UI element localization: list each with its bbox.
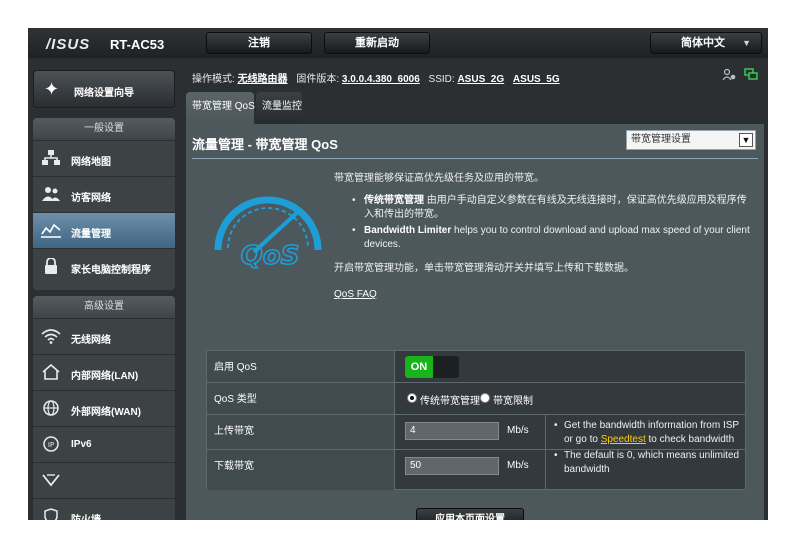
download-unit: Mb/s xyxy=(507,460,529,471)
enable-qos-toggle[interactable]: ON xyxy=(405,356,459,378)
list-item: The default is 0, which means unlimited … xyxy=(550,449,741,477)
qos-mode-select-value: 带宽管理设置 xyxy=(631,134,691,145)
users-status-icon[interactable] xyxy=(721,68,737,82)
qos-settings-table: 启用 QoS ON QoS 类型 传统带宽管理 带宽限制 上传带宽 4 Mb/s… xyxy=(206,350,746,490)
sidebar-item-label: 流量管理 xyxy=(71,229,111,240)
upload-bandwidth-label: 上传带宽 xyxy=(207,415,395,449)
qos-description: 带宽管理能够保证高优先级任务及应用的带宽。 传统带宽管理 由用户手动自定义参数在… xyxy=(334,172,754,302)
qos-gauge-logo: QoS xyxy=(208,180,326,280)
hint-text-post: to check bandwidth xyxy=(645,434,735,445)
qos-type-limiter-radio[interactable] xyxy=(480,393,490,403)
sidebar-item-label: 网络地图 xyxy=(71,157,111,168)
router-admin-window: /ISUS RT-AC53 注销 重新启动 简体中文 ▼ ✦ 网络设置向导 一般… xyxy=(28,28,768,540)
sidebar-item-label: IPv6 xyxy=(71,439,92,450)
sidebar-item-guest-network[interactable]: 访客网络 xyxy=(33,176,175,212)
list-item: 传统带宽管理 由用户手动自定义参数在有线及无线连接时，保证高优先级应用及程序传入… xyxy=(334,194,754,222)
tab-bandwidth-qos[interactable]: 带宽管理 QoS xyxy=(186,92,255,124)
language-label: 简体中文 xyxy=(681,37,725,49)
qos-feature-list: 传统带宽管理 由用户手动自定义参数在有线及无线连接时，保证高优先级应用及程序传入… xyxy=(334,194,754,252)
traffic-icon xyxy=(41,222,61,240)
sidebar-item-traffic-manager[interactable]: 流量管理 xyxy=(33,212,175,248)
parental-lock-icon xyxy=(41,257,61,276)
title-divider xyxy=(192,158,758,159)
sidebar-item-ipv6[interactable]: IP IPv6 xyxy=(33,426,175,462)
svg-text:QoS: QoS xyxy=(241,241,300,271)
feature-limiter-title: Bandwidth Limiter xyxy=(364,225,452,236)
advanced-settings-title: 高级设置 xyxy=(33,296,175,318)
qos-instruction-text: 开启带宽管理功能，单击带宽管理滑动开关并填写上传和下载数据。 xyxy=(334,263,634,274)
quick-setup-wizard-button[interactable]: ✦ 网络设置向导 xyxy=(33,70,175,108)
sidebar-item-wan[interactable]: 外部网络(WAN) xyxy=(33,390,175,426)
home-icon xyxy=(41,363,61,382)
table-row: QoS 类型 传统带宽管理 带宽限制 xyxy=(207,383,745,415)
tab-traffic-monitor[interactable]: 流量监控 xyxy=(256,92,302,124)
guest-users-icon xyxy=(41,186,61,204)
qos-type-label: QoS 类型 xyxy=(207,383,395,414)
globe-icon xyxy=(41,400,61,418)
page-title: 流量管理 - 带宽管理 QoS xyxy=(192,137,338,152)
download-bandwidth-label: 下载带宽 xyxy=(207,450,395,490)
upload-bandwidth-input[interactable]: 4 xyxy=(405,422,499,440)
ipv6-icon: IP xyxy=(41,436,61,454)
firmware-label: 固件版本: xyxy=(296,74,340,85)
firmware-version-link[interactable]: 3.0.0.4.380_6006 xyxy=(342,74,420,85)
enable-qos-label: 启用 QoS xyxy=(207,351,395,382)
sidebar-item-parental-controls[interactable]: 家长电脑控制程序 xyxy=(33,248,175,284)
operation-mode-label: 操作模式: xyxy=(192,74,235,85)
ssid-5g-link[interactable]: ASUS_5G xyxy=(513,74,560,85)
list-item: Get the bandwidth information from ISP o… xyxy=(550,419,741,447)
chevron-down-icon: ▼ xyxy=(742,38,751,48)
sidebar-item-label: 访客网络 xyxy=(71,193,111,204)
content-panel: 流量管理 - 带宽管理 QoS 带宽管理设置 ▼ QoS 带宽管理能够保证高优先… xyxy=(186,124,764,540)
ssid-label: SSID: xyxy=(428,74,455,85)
sidebar-item-network-map[interactable]: 网络地图 xyxy=(33,140,175,176)
general-settings-title: 一般设置 xyxy=(33,118,175,140)
qos-intro-text: 带宽管理能够保证高优先级任务及应用的带宽。 xyxy=(334,173,544,184)
asus-logo: /ISUS xyxy=(46,36,91,53)
sidebar-item-lan[interactable]: 内部网络(LAN) xyxy=(33,354,175,390)
sidebar-item-label: 家长电脑控制程序 xyxy=(71,265,151,276)
network-status-icon[interactable] xyxy=(743,68,759,82)
sidebar-item-wireless[interactable]: 无线网络 xyxy=(33,318,175,354)
qos-type-limiter-label: 带宽限制 xyxy=(493,396,533,407)
upload-unit: Mb/s xyxy=(507,425,529,436)
sidebar-item-label: 外部网络(WAN) xyxy=(71,407,141,418)
qos-type-traditional-radio[interactable] xyxy=(407,393,417,403)
qos-faq-link[interactable]: QoS FAQ xyxy=(334,288,377,302)
model-name: RT-AC53 xyxy=(110,37,165,52)
network-map-icon xyxy=(41,150,61,168)
reboot-button[interactable]: 重新启动 xyxy=(324,32,430,54)
speedtest-link[interactable]: Speedtest xyxy=(601,434,646,445)
vpn-icon xyxy=(41,472,61,490)
wifi-icon xyxy=(41,328,61,346)
sidebar-item-label: 无线网络 xyxy=(71,335,111,346)
status-icons xyxy=(718,68,762,84)
download-bandwidth-input[interactable]: 50 xyxy=(405,457,499,475)
magic-wand-icon: ✦ xyxy=(44,79,60,99)
chevron-down-icon: ▼ xyxy=(739,133,753,147)
logout-button[interactable]: 注销 xyxy=(206,32,312,54)
qos-mode-select[interactable]: 带宽管理设置 ▼ xyxy=(626,130,756,150)
sidebar-item-label: 内部网络(LAN) xyxy=(71,371,139,382)
list-item: Bandwidth Limiter helps you to control d… xyxy=(334,224,754,252)
sidebar: ✦ 网络设置向导 一般设置 网络地图 访客网络 流量管理 家长电脑控制程序 高级… xyxy=(28,58,180,540)
page-bottom-margin xyxy=(0,520,790,558)
qos-type-traditional-label: 传统带宽管理 xyxy=(420,396,480,407)
toggle-on-label: ON xyxy=(405,356,433,378)
general-settings-group: 一般设置 网络地图 访客网络 流量管理 家长电脑控制程序 xyxy=(33,118,175,290)
feature-traditional-title: 传统带宽管理 xyxy=(364,195,424,206)
wizard-label: 网络设置向导 xyxy=(74,88,134,99)
sidebar-item-vpn[interactable] xyxy=(33,462,175,498)
ssid-2g-link[interactable]: ASUS_2G xyxy=(457,74,504,85)
operation-mode-link[interactable]: 无线路由器 xyxy=(238,74,288,85)
svg-text:IP: IP xyxy=(48,441,54,449)
bandwidth-hint: Get the bandwidth information from ISP o… xyxy=(545,415,745,490)
status-bar: 操作模式: 无线路由器 固件版本: 3.0.0.4.380_6006 SSID:… xyxy=(192,70,612,85)
advanced-settings-group: 高级设置 无线网络 内部网络(LAN) 外部网络(WAN) IP IPv6 xyxy=(33,296,175,540)
table-row: 启用 QoS ON xyxy=(207,351,745,383)
header-bar: /ISUS RT-AC53 注销 重新启动 简体中文 ▼ xyxy=(28,28,768,58)
language-select[interactable]: 简体中文 ▼ xyxy=(650,32,762,54)
